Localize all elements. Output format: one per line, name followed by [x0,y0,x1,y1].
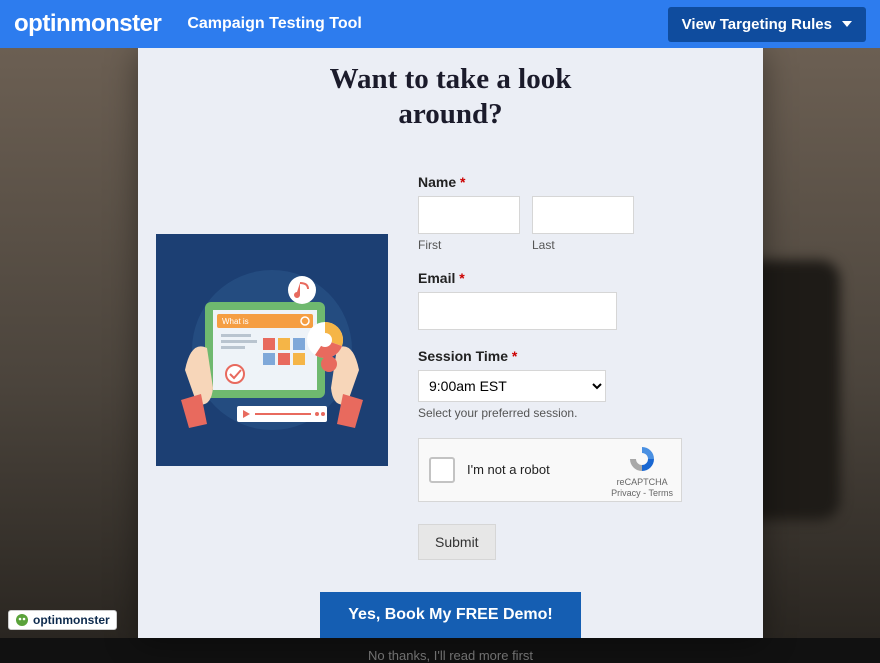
email-input[interactable] [418,292,617,330]
session-help-text: Select your preferred session. [418,406,735,420]
required-asterisk: * [512,348,517,364]
recaptcha-checkbox[interactable] [429,457,455,483]
last-name-input[interactable] [532,196,634,234]
required-asterisk: * [460,174,465,190]
recaptcha-badge: reCAPTCHA Privacy - Terms [611,445,673,500]
svg-text:What is: What is [222,317,249,326]
name-label: Name [418,174,456,190]
session-time-select[interactable]: 9:00am EST [418,370,606,402]
email-label: Email [418,270,455,286]
recaptcha-widget[interactable]: I'm not a robot reCAPTCHA Privacy - Term… [418,438,682,502]
last-sublabel: Last [532,238,634,252]
demo-form: Name * First Last Email * Session [418,174,735,560]
first-sublabel: First [418,238,520,252]
badge-text: optinmonster [33,613,110,627]
monster-icon [15,613,29,627]
recaptcha-caption: reCAPTCHA [611,478,673,488]
no-thanks-link[interactable]: No thanks, I'll read more first [138,648,763,663]
modal-headline: Want to take a look around? [138,62,763,132]
required-asterisk: * [459,270,464,286]
headline-line1: Want to take a look [330,63,572,95]
demo-signup-modal: Want to take a look around? What is [138,48,763,638]
top-bar: optinmonster Campaign Testing Tool View … [0,0,880,48]
submit-button[interactable]: Submit [418,524,496,560]
recaptcha-icon [627,445,657,473]
book-demo-button[interactable]: Yes, Book My FREE Demo! [320,592,581,638]
session-label: Session Time [418,348,508,364]
optinmonster-badge[interactable]: optinmonster [8,610,117,630]
view-targeting-rules-dropdown[interactable]: View Targeting Rules [668,7,866,42]
illustration-panel: What is [156,234,388,466]
chevron-down-icon [842,21,852,27]
headline-line2: around? [398,98,502,130]
recaptcha-links[interactable]: Privacy - Terms [611,489,673,499]
tool-title: Campaign Testing Tool [187,15,362,33]
brand-text: optinmonster [14,10,161,38]
brand-logo: optinmonster [14,10,167,38]
dropdown-label: View Targeting Rules [682,16,832,33]
tablet-illustration-icon: What is [167,250,377,450]
first-name-input[interactable] [418,196,520,234]
recaptcha-label: I'm not a robot [467,462,550,477]
